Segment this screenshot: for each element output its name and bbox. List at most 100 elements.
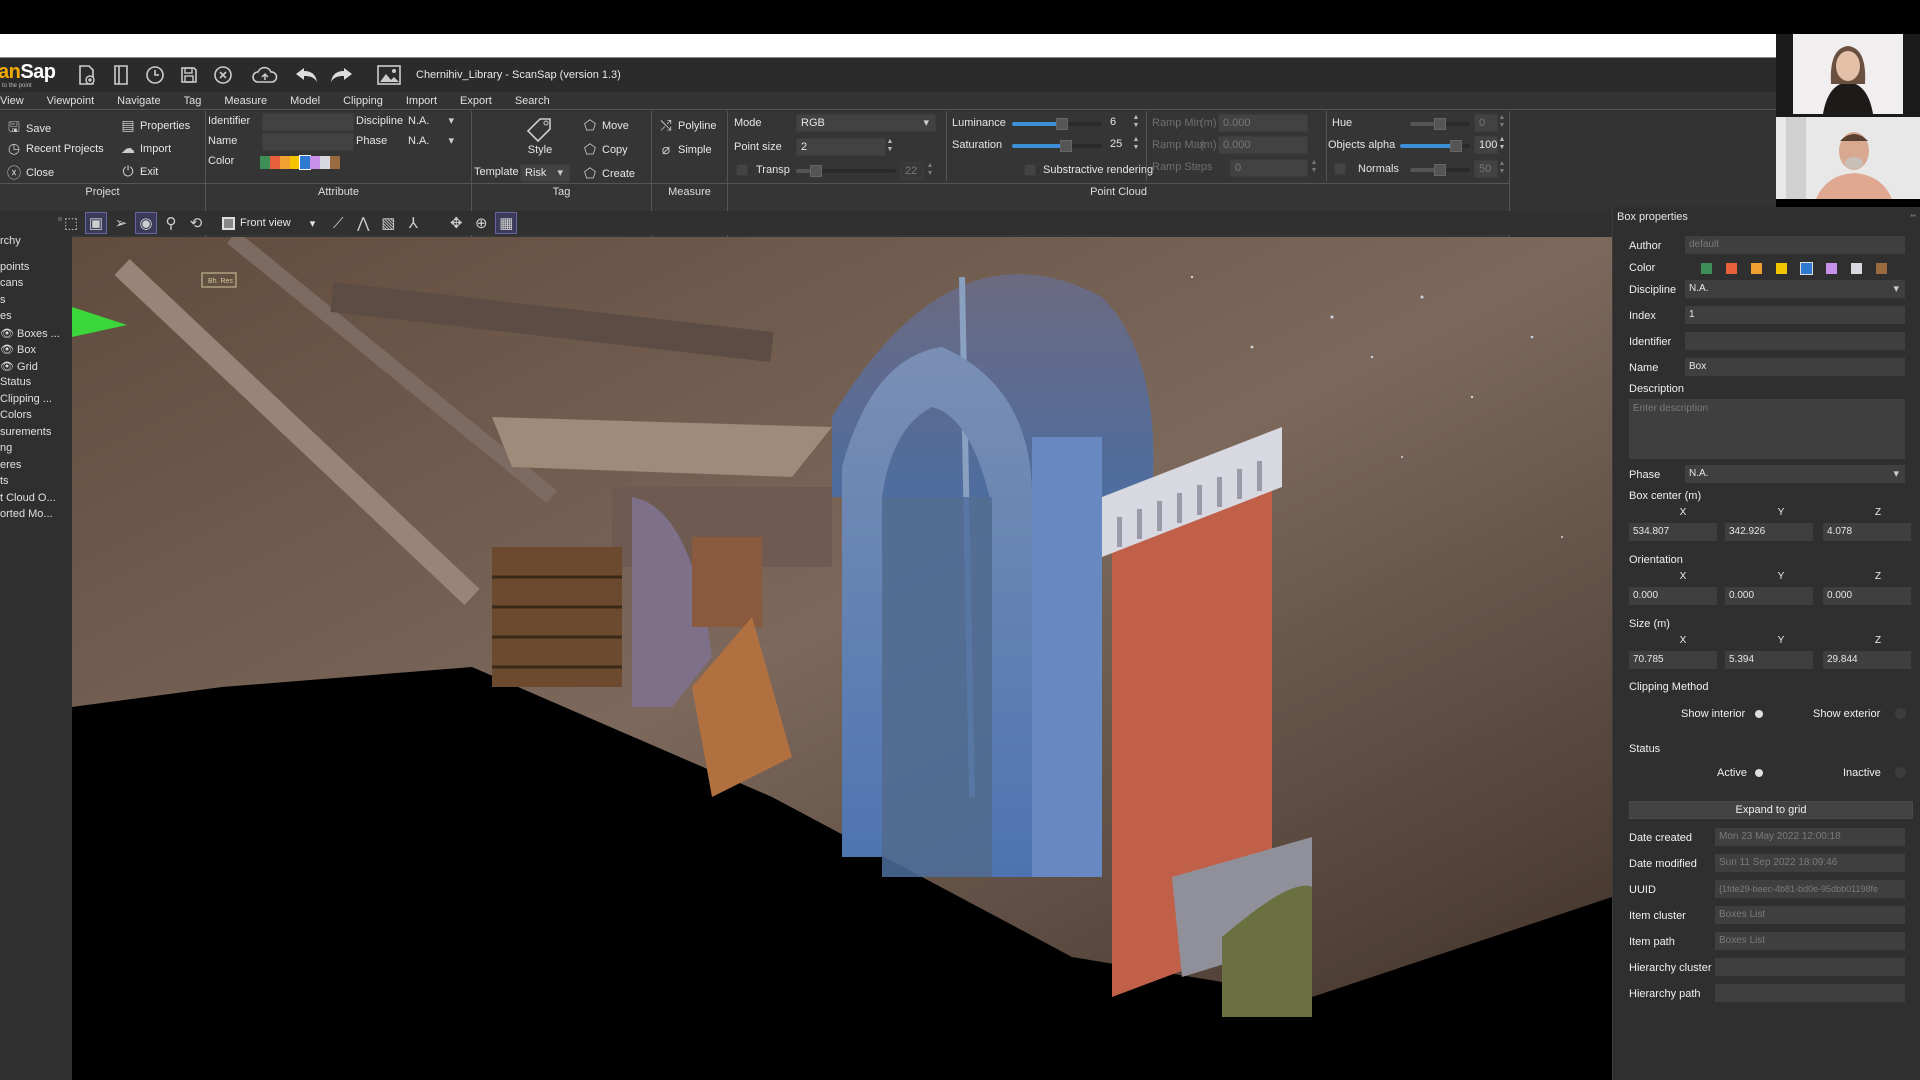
menu-clipping[interactable]: Clipping: [333, 95, 396, 107]
import-button[interactable]: ☁ Import: [120, 140, 171, 157]
index-field[interactable]: 1: [1685, 306, 1905, 324]
name-field[interactable]: Box: [1685, 358, 1905, 376]
menu-tag[interactable]: Tag: [174, 95, 215, 107]
participant-video-2[interactable]: [1776, 117, 1920, 199]
measure-line-icon[interactable]: ⟋: [327, 212, 349, 234]
move-tag-button[interactable]: ⬠ Move: [582, 117, 629, 134]
tree-item-colors[interactable]: Colors: [0, 409, 32, 421]
simple-measure-button[interactable]: ⌀ Simple: [658, 141, 712, 158]
tree-item-point-cloud[interactable]: t Cloud O...: [0, 492, 56, 504]
pan-icon[interactable]: ✥: [445, 212, 467, 234]
hue-slider[interactable]: [1410, 117, 1470, 131]
tree-item-measurements[interactable]: surements: [0, 426, 51, 438]
phase-select[interactable]: N.A.: [404, 133, 460, 151]
history-icon[interactable]: [142, 62, 168, 88]
saturation-slider[interactable]: [1012, 139, 1102, 153]
ramp-max-input[interactable]: 0.000: [1218, 136, 1308, 154]
normals-spinner[interactable]: ▲ ▼: [1496, 160, 1508, 178]
transp-checkbox[interactable]: [736, 164, 748, 176]
participant-video-1[interactable]: [1793, 34, 1903, 114]
color-swatch-yellow[interactable]: [1776, 263, 1787, 274]
center-z-field[interactable]: 4.078: [1823, 523, 1911, 541]
name-input[interactable]: [262, 133, 354, 151]
panel-float-icon[interactable]: ▪▪: [1910, 211, 1916, 220]
point-size-input[interactable]: 2: [796, 138, 886, 156]
color-swatch[interactable]: [330, 156, 340, 169]
create-tag-button[interactable]: ⬠ Create: [582, 165, 635, 182]
screenshot-icon[interactable]: [376, 62, 402, 88]
color-swatch-brown[interactable]: [1876, 263, 1887, 274]
eye-icon[interactable]: 👁: [0, 344, 14, 356]
tree-item-viewpoints[interactable]: points: [0, 261, 29, 273]
tree-item-boxes-group[interactable]: es: [0, 310, 12, 322]
orientation-x-field[interactable]: 0.000: [1629, 587, 1717, 605]
ramp-steps-spinner[interactable]: ▲ ▼: [1308, 159, 1320, 177]
identifier-field[interactable]: [1685, 332, 1905, 350]
tree-item-clipping[interactable]: Clipping ...: [0, 393, 52, 405]
objects-alpha-slider[interactable]: [1400, 139, 1470, 153]
color-swatch-blue[interactable]: [1800, 262, 1813, 275]
color-swatch-orange[interactable]: [1751, 263, 1762, 274]
tree-item-boxes[interactable]: 👁 Boxes ...: [0, 327, 60, 340]
menu-import[interactable]: Import: [396, 95, 450, 107]
box-clip-icon[interactable]: ▣: [85, 212, 107, 234]
expand-to-grid-button[interactable]: Expand to grid: [1629, 801, 1913, 819]
normals-value[interactable]: 50: [1474, 160, 1498, 178]
transp-slider[interactable]: [796, 164, 896, 178]
navigate-icon[interactable]: ➢: [110, 212, 132, 234]
globe-icon[interactable]: ⊕: [470, 212, 492, 234]
tree-item-status[interactable]: Status: [0, 376, 31, 388]
color-swatch[interactable]: [290, 156, 300, 169]
color-swatch-purple[interactable]: [1826, 263, 1837, 274]
color-swatch[interactable]: [320, 156, 330, 169]
orientation-z-field[interactable]: 0.000: [1823, 587, 1911, 605]
tree-item-box[interactable]: 👁 Box: [0, 343, 36, 356]
orientation-y-field[interactable]: 0.000: [1725, 587, 1813, 605]
save-icon[interactable]: [176, 62, 202, 88]
color-swatches[interactable]: [260, 155, 340, 170]
tree-item-grid[interactable]: 👁 Grid: [0, 360, 38, 373]
center-x-field[interactable]: 534.807: [1629, 523, 1717, 541]
ramp-min-input[interactable]: 0.000: [1218, 114, 1308, 132]
menu-search[interactable]: Search: [505, 95, 563, 107]
objects-alpha-value[interactable]: 100: [1474, 136, 1498, 154]
saturation-value[interactable]: 25: [1106, 136, 1128, 154]
saturation-spinner[interactable]: ▲ ▼: [1130, 136, 1142, 154]
view-select[interactable]: Front view ▾: [216, 213, 321, 233]
color-swatch[interactable]: [299, 155, 311, 170]
tree-item-spheres[interactable]: eres: [0, 459, 21, 471]
ramp-steps-input[interactable]: 0: [1230, 159, 1308, 177]
point-size-spinner[interactable]: ▲ ▼: [884, 138, 896, 156]
size-z-field[interactable]: 29.844: [1823, 651, 1911, 669]
description-textarea[interactable]: Enter description: [1629, 399, 1905, 459]
discipline-select[interactable]: N.A.: [404, 113, 460, 131]
toolbar-grip[interactable]: [0, 211, 62, 235]
redo-icon[interactable]: [328, 62, 354, 88]
active-radio[interactable]: [1755, 769, 1763, 777]
transp-spinner[interactable]: ▲ ▼: [924, 162, 936, 180]
identifier-input[interactable]: [262, 113, 354, 131]
color-swatch[interactable]: [280, 156, 290, 169]
close-icon[interactable]: [210, 62, 236, 88]
show-exterior-radio[interactable]: [1895, 708, 1906, 719]
color-swatch-green[interactable]: [1701, 263, 1712, 274]
menu-view[interactable]: View: [0, 95, 37, 107]
texture-icon[interactable]: ▦: [495, 212, 518, 234]
luminance-slider[interactable]: [1012, 117, 1102, 131]
inactive-radio[interactable]: [1895, 767, 1906, 778]
close-project-button[interactable]: ⓧ Close: [6, 163, 54, 183]
menu-navigate[interactable]: Navigate: [107, 95, 173, 107]
luminance-value[interactable]: 6: [1106, 114, 1128, 132]
save-button[interactable]: 🖫 Save: [6, 117, 51, 141]
phase-select[interactable]: N.A.: [1685, 465, 1905, 483]
normals-checkbox[interactable]: [1334, 163, 1346, 175]
select-area-icon[interactable]: ⬚: [60, 212, 82, 234]
color-swatch[interactable]: [270, 156, 280, 169]
exit-button[interactable]: ⏻ Exit: [120, 163, 158, 180]
properties-button[interactable]: ▤ Properties: [120, 117, 190, 134]
tree-item-tagging[interactable]: ng: [0, 442, 12, 454]
angle-icon[interactable]: ⋀: [352, 212, 374, 234]
subtractive-checkbox[interactable]: [1024, 164, 1036, 176]
section-icon[interactable]: ▧: [377, 212, 399, 234]
template-select[interactable]: Risk: [520, 164, 570, 182]
